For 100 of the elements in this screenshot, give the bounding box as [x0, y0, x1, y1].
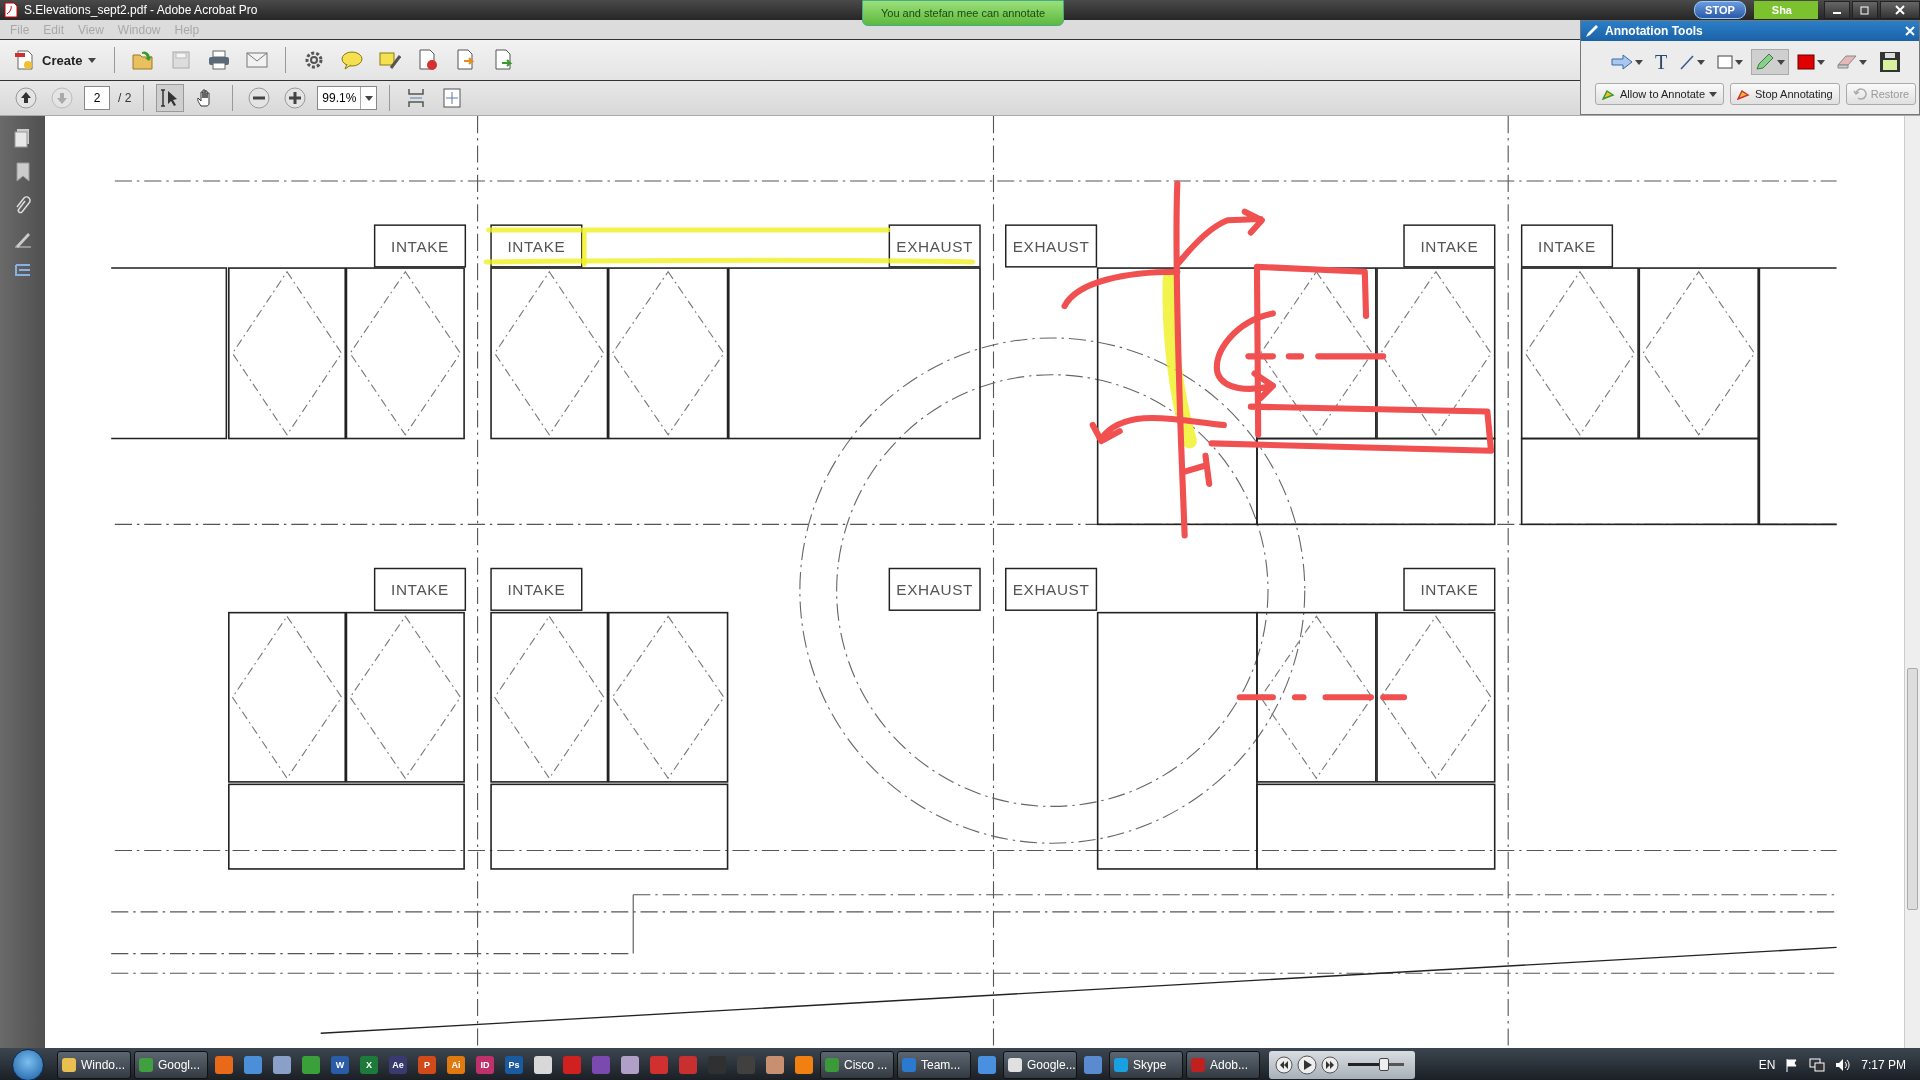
app-icon[interactable]: Ps — [505, 1055, 523, 1074]
app-icon[interactable]: ID — [476, 1055, 494, 1074]
speaker-icon[interactable] — [1835, 1057, 1852, 1072]
app-icon[interactable] — [766, 1055, 784, 1074]
taskbar-button[interactable]: Skype — [1109, 1050, 1183, 1079]
app-icon[interactable] — [215, 1055, 233, 1074]
network-icon[interactable] — [1809, 1057, 1826, 1072]
folder-icon — [132, 50, 155, 70]
page-number-field[interactable]: 2 — [84, 86, 110, 110]
pencil-icon — [1755, 53, 1776, 71]
pencil-icon — [1602, 88, 1616, 100]
new-document-icon — [14, 49, 36, 71]
caret-icon — [1735, 59, 1744, 65]
equipment-label: EXHAUST — [1005, 224, 1098, 268]
printer-icon — [208, 50, 231, 70]
close-button[interactable] — [1880, 1, 1920, 19]
line-icon — [1679, 54, 1696, 70]
allow-annotate-button[interactable]: Allow to Annotate — [1595, 83, 1724, 105]
notification-toast: You and stefan mee can annotate — [862, 0, 1064, 26]
document-icon — [494, 49, 515, 71]
taskbar-button[interactable]: Google... — [1003, 1050, 1077, 1079]
pages-icon[interactable] — [13, 128, 32, 148]
minimize-icon — [1833, 12, 1841, 14]
signature-icon[interactable] — [13, 230, 32, 248]
equipment-label: INTAKE — [1403, 567, 1496, 611]
app-icon[interactable] — [534, 1055, 552, 1074]
bookmark-icon[interactable] — [14, 162, 31, 182]
taskbar-button[interactable]: Windo... — [57, 1050, 131, 1079]
next-track-icon[interactable] — [1321, 1055, 1339, 1074]
language-indicator[interactable]: EN — [1758, 1057, 1776, 1072]
close-icon[interactable] — [1905, 26, 1915, 36]
fit-width-icon — [406, 88, 427, 108]
equipment-label: INTAKE — [374, 567, 467, 611]
pdf-icon — [4, 2, 18, 18]
window-title: S.Elevations_sept2.pdf - Adobe Acrobat Pro — [24, 3, 258, 17]
settings-icon — [304, 50, 325, 70]
previous-track-icon[interactable] — [1275, 1055, 1293, 1074]
scrollbar[interactable] — [1904, 116, 1920, 1048]
flag-icon[interactable] — [1785, 1057, 1800, 1072]
app-icon[interactable] — [244, 1055, 262, 1074]
clock[interactable]: 7:17 PM — [1861, 1057, 1906, 1072]
equipment-label: INTAKE — [1403, 224, 1496, 268]
minus-icon — [248, 87, 271, 109]
app-icon[interactable] — [302, 1055, 320, 1074]
taskbar-button[interactable]: Adob... — [1186, 1050, 1260, 1079]
zoom-field[interactable]: 99.1% — [318, 90, 361, 106]
plus-icon — [284, 87, 307, 109]
taskbar-button[interactable]: Team... — [897, 1050, 971, 1079]
equipment-label: EXHAUST — [1005, 567, 1098, 611]
app-icon[interactable] — [273, 1055, 291, 1074]
play-icon[interactable] — [1297, 1054, 1317, 1075]
equipment-label: EXHAUST — [888, 567, 981, 611]
start-button[interactable] — [12, 1048, 44, 1080]
undo-icon — [1852, 88, 1867, 100]
equipment-label: INTAKE — [490, 567, 583, 611]
annotation-tool[interactable]: T — [1651, 49, 1672, 75]
caret-icon — [1817, 59, 1826, 65]
caret-icon — [1777, 59, 1786, 65]
app-icon[interactable]: W — [331, 1055, 349, 1074]
maximize-button[interactable] — [1852, 1, 1878, 19]
create-button[interactable]: Create — [10, 45, 101, 75]
restore-icon — [1860, 5, 1870, 15]
color-swatch-icon — [1797, 54, 1816, 70]
zoom-combobox[interactable]: 99.1% — [317, 86, 378, 110]
document-icon — [418, 49, 439, 71]
rectangle-icon — [1717, 54, 1734, 70]
previous-page-button[interactable] — [12, 84, 40, 112]
paperclip-icon[interactable] — [14, 196, 31, 216]
equipment-label: INTAKE — [1521, 224, 1614, 268]
pencil-icon — [1737, 88, 1751, 100]
annotation-tool[interactable] — [1751, 49, 1790, 75]
eraser-icon — [1837, 55, 1858, 69]
envelope-icon — [246, 52, 269, 68]
app-icon[interactable]: P — [418, 1055, 436, 1074]
caret-icon — [88, 57, 97, 63]
caret-icon — [1635, 59, 1643, 65]
equipment-label: INTAKE — [374, 224, 467, 268]
app-icon[interactable] — [1084, 1055, 1102, 1074]
document-icon — [456, 49, 477, 71]
app-icon[interactable] — [795, 1055, 813, 1074]
caret-icon — [1709, 91, 1717, 97]
page-total: / 2 — [118, 91, 132, 105]
stop-button[interactable]: STOP — [1694, 1, 1746, 19]
app-icon[interactable]: Ae — [389, 1055, 407, 1074]
fit-page-icon — [442, 88, 463, 108]
taskbar-button[interactable]: Googl... — [134, 1050, 208, 1079]
caret-icon — [364, 95, 373, 101]
minimize-button[interactable] — [1824, 1, 1850, 19]
close-icon — [1895, 5, 1905, 15]
taskbar-button[interactable]: Cisco ... — [820, 1050, 894, 1079]
stop-annotating-button[interactable]: Stop Annotating — [1730, 83, 1840, 105]
speech-bubble-icon — [341, 50, 364, 70]
pencil-icon — [1585, 24, 1599, 38]
app-icon[interactable]: X — [360, 1055, 378, 1074]
pen-icon — [379, 50, 402, 70]
arrow-icon — [1611, 54, 1633, 70]
select-tool-button[interactable] — [156, 84, 185, 112]
app-icon[interactable] — [621, 1055, 639, 1074]
panel-title: Annotation Tools — [1605, 24, 1703, 38]
app-icon[interactable] — [978, 1055, 996, 1074]
